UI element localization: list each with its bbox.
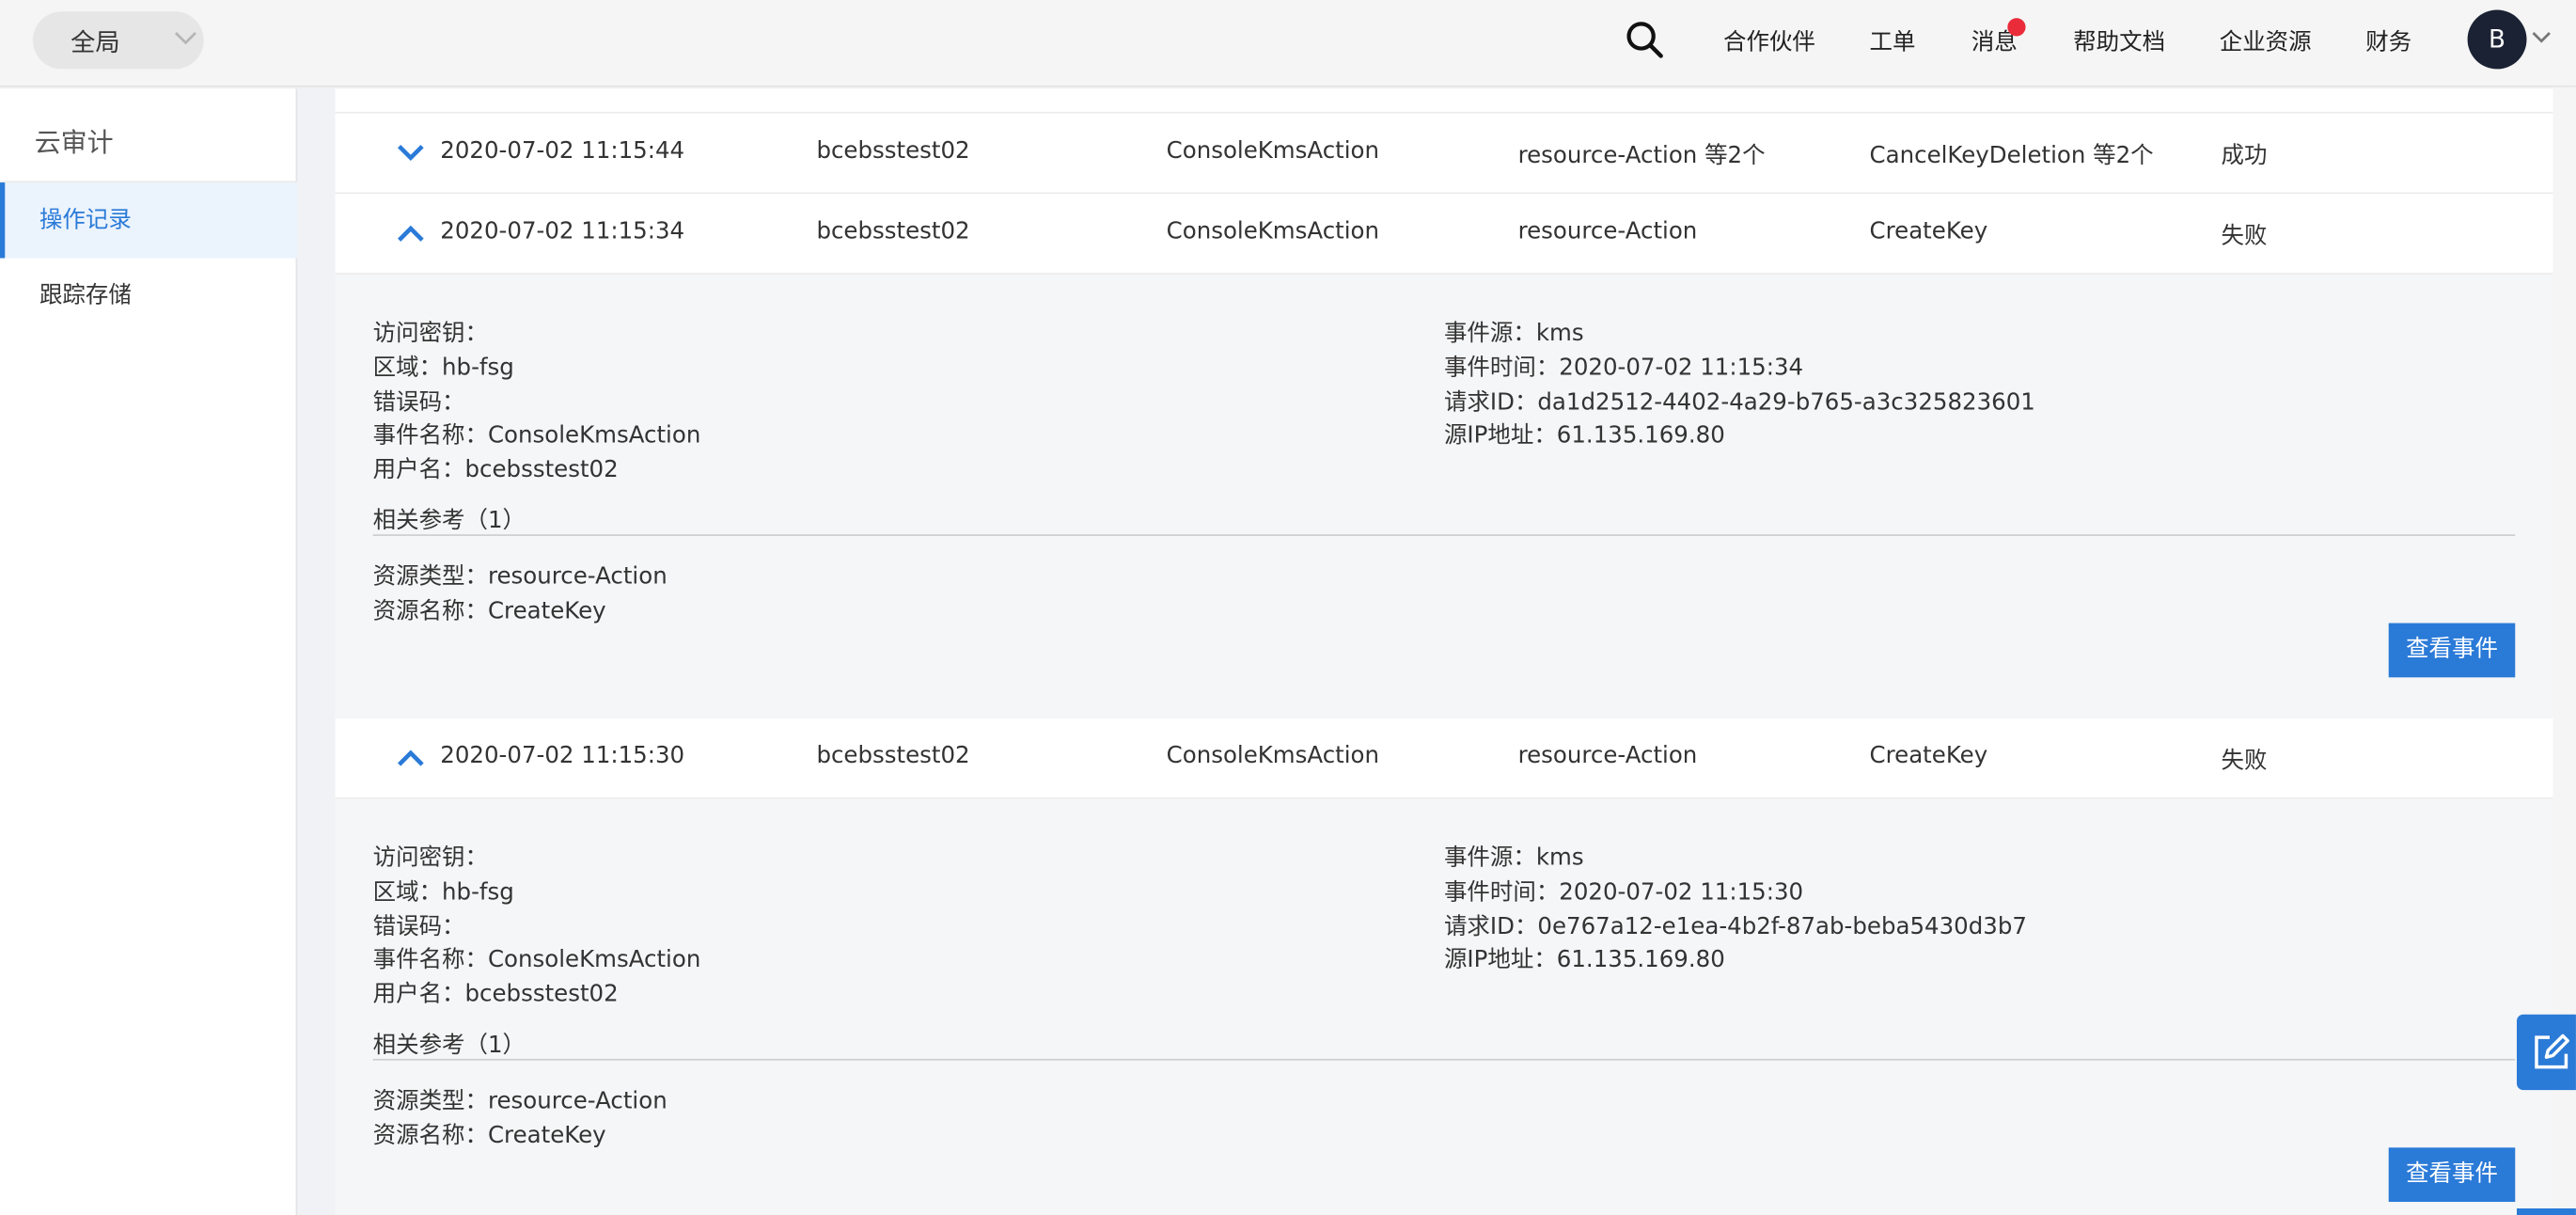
cell-resource-type: resource-Action [1517, 218, 1698, 245]
divider [372, 534, 2516, 536]
records-panel: 2020-07-02 11:15:44 bcebsstest02 Console… [335, 88, 2553, 1215]
sidebar-item-operation-records[interactable]: 操作记录 [0, 182, 298, 259]
detail-access-key: 访问密钥： [372, 320, 488, 347]
top-bar: 全局 合作伙伴 工单 消息 帮助文档 企业资源 财务 B [0, 0, 2576, 87]
sidebar: 云审计 操作记录 跟踪存储 [0, 88, 298, 1215]
cell-user: bcebsstest02 [816, 137, 970, 165]
record-detail: 访问密钥： 区域：hb-fsg 错误码： 事件名称：ConsoleKmsActi… [335, 798, 2553, 1215]
table-row[interactable]: 2020-07-02 11:15:44 bcebsstest02 Console… [335, 113, 2553, 195]
chevron-up-icon[interactable] [396, 222, 425, 245]
cell-time: 2020-07-02 11:15:44 [440, 137, 685, 165]
cell-event: ConsoleKmsAction [1166, 218, 1380, 245]
nav-help-docs[interactable]: 帮助文档 [2073, 24, 2165, 57]
avatar[interactable]: B [2467, 9, 2527, 70]
search-icon[interactable] [1625, 20, 1664, 59]
ref-resource-type: 资源类型：resource-Action [372, 563, 668, 591]
detail-error-code: 错误码： [372, 389, 465, 417]
cell-resource-name: CreateKey [1869, 743, 1988, 770]
detail-event-time: 事件时间：2020-07-02 11:15:30 [1443, 879, 1804, 907]
main-content: 2020-07-02 11:15:44 bcebsstest02 Console… [297, 88, 2576, 1215]
detail-event-source: 事件源：kms [1443, 844, 1584, 872]
detail-region: 区域：hb-fsg [372, 879, 514, 907]
detail-username: 用户名：bcebsstest02 [372, 981, 619, 1008]
cell-event: ConsoleKmsAction [1166, 743, 1380, 770]
nav-enterprise[interactable]: 企业资源 [2220, 24, 2312, 57]
nav-partners[interactable]: 合作伙伴 [1723, 24, 1815, 57]
detail-access-key: 访问密钥： [372, 844, 488, 872]
feedback-button[interactable] [2517, 1014, 2576, 1091]
chevron-down-icon[interactable] [396, 141, 425, 164]
viewport: 全局 合作伙伴 工单 消息 帮助文档 企业资源 财务 B 云审计 操作记录 跟踪… [0, 0, 2576, 1215]
cell-time: 2020-07-02 11:15:30 [440, 743, 685, 770]
cell-event: ConsoleKmsAction [1166, 137, 1380, 165]
view-event-button[interactable]: 查看事件 [2388, 623, 2516, 678]
detail-source-ip: 源IP地址：61.135.169.80 [1443, 947, 1725, 973]
cell-resource-name: CreateKey [1869, 218, 1988, 245]
detail-event-source: 事件源：kms [1443, 320, 1584, 347]
region-label: 全局 [71, 27, 120, 58]
cell-resource-name: CancelKeyDeletion 等2个 [1869, 143, 2154, 170]
chevron-down-icon [174, 31, 196, 45]
detail-region: 区域：hb-fsg [372, 355, 514, 382]
divider [372, 1058, 2516, 1061]
sidebar-title: 云审计 [34, 126, 114, 158]
edit-icon [2535, 1034, 2569, 1069]
related-refs-title: 相关参考（1） [372, 508, 526, 535]
detail-event-name: 事件名称：ConsoleKmsAction [372, 947, 701, 973]
floating-button-edge[interactable] [2517, 1208, 2576, 1215]
cell-user: bcebsstest02 [816, 743, 970, 770]
view-event-button[interactable]: 查看事件 [2388, 1147, 2516, 1203]
sidebar-item-tracking-storage[interactable]: 跟踪存储 [0, 258, 297, 333]
nav-finance[interactable]: 财务 [2365, 24, 2411, 57]
detail-username: 用户名：bcebsstest02 [372, 457, 619, 484]
table-row[interactable]: 2020-07-02 11:15:34 bcebsstest02 Console… [335, 194, 2553, 275]
detail-source-ip: 源IP地址：61.135.169.80 [1443, 422, 1725, 450]
cell-status: 失败 [2221, 748, 2268, 775]
cell-user: bcebsstest02 [816, 218, 970, 245]
cell-resource-type: resource-Action [1517, 743, 1698, 770]
ref-resource-name: 资源名称：CreateKey [372, 1123, 606, 1150]
related-refs-title: 相关参考（1） [372, 1032, 526, 1059]
table-row[interactable]: 2020-07-02 11:15:30 bcebsstest02 Console… [335, 718, 2553, 799]
record-detail: 访问密钥： 区域：hb-fsg 错误码： 事件名称：ConsoleKmsActi… [335, 274, 2553, 719]
detail-event-name: 事件名称：ConsoleKmsAction [372, 422, 701, 450]
ref-resource-name: 资源名称：CreateKey [372, 598, 606, 625]
cell-resource-type: resource-Action 等2个 [1517, 143, 1766, 170]
chevron-down-icon[interactable] [2532, 29, 2552, 44]
nav-tickets[interactable]: 工单 [1870, 24, 1916, 57]
cell-time: 2020-07-02 11:15:34 [440, 218, 685, 245]
cell-status: 成功 [2221, 143, 2268, 170]
notification-dot [2007, 18, 2026, 37]
chevron-up-icon[interactable] [396, 747, 425, 769]
detail-request-id: 请求ID：0e767a12-e1ea-4b2f-87ab-beba5430d3b… [1443, 914, 2027, 941]
cell-status: 失败 [2221, 223, 2268, 250]
detail-error-code: 错误码： [372, 914, 465, 941]
detail-request-id: 请求ID：da1d2512-4402-4a29-b765-a3c32582360… [1443, 389, 2035, 417]
ref-resource-type: 资源类型：resource-Action [372, 1088, 668, 1115]
region-select[interactable]: 全局 [32, 11, 204, 70]
detail-event-time: 事件时间：2020-07-02 11:15:34 [1443, 355, 1804, 382]
